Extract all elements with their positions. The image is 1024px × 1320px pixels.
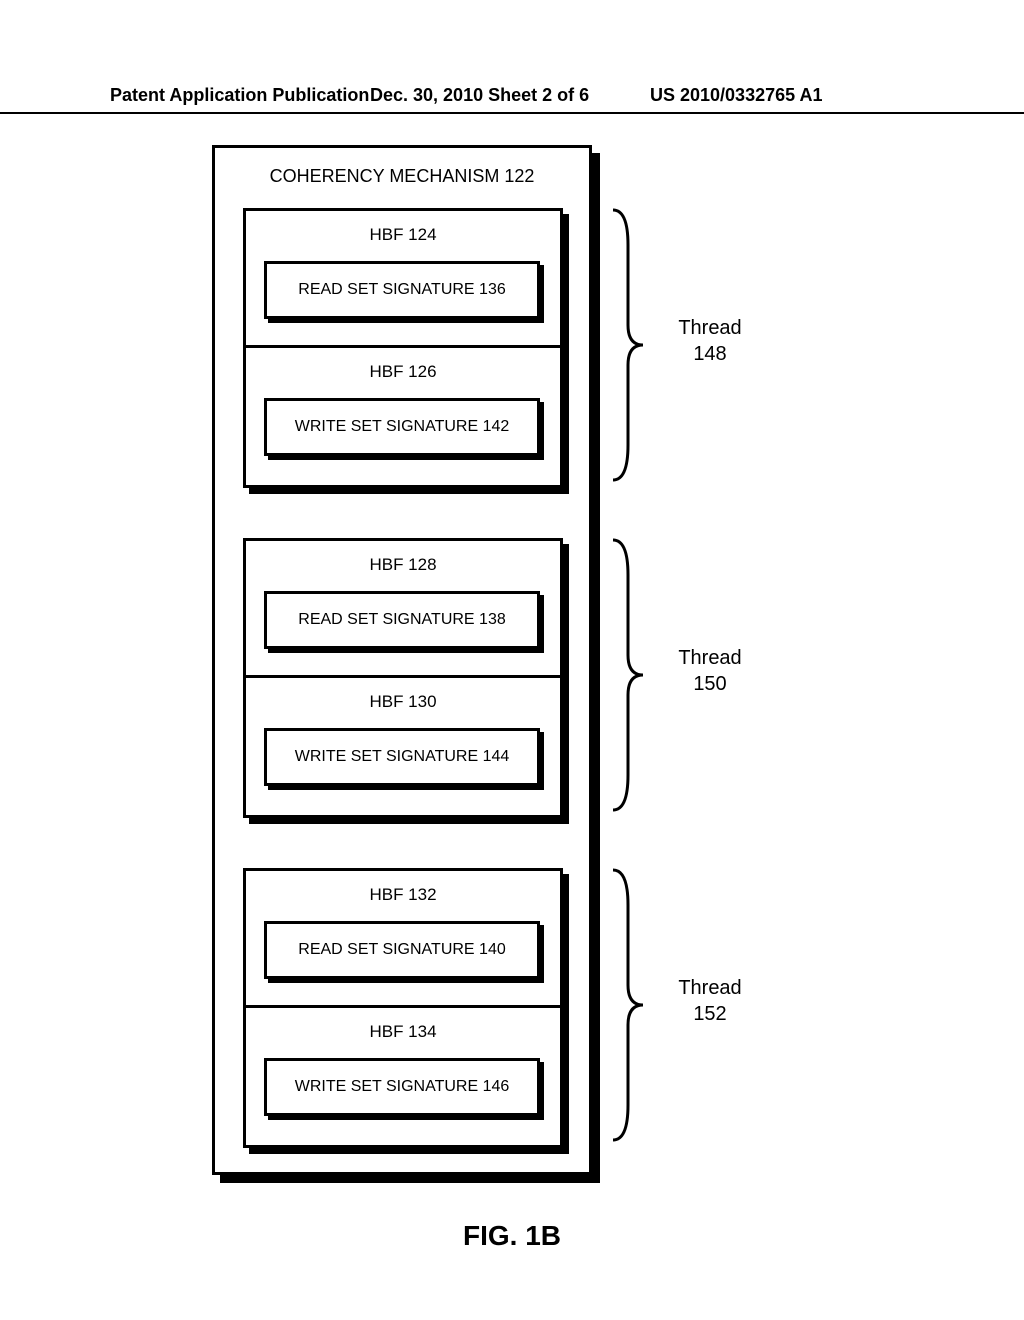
hbf-write-title: HBF 134 bbox=[246, 1008, 560, 1052]
hbf-read-title: HBF 132 bbox=[246, 871, 560, 915]
hbf-read-title: HBF 124 bbox=[246, 211, 560, 255]
hbf-read-box: HBF 124 READ SET SIGNATURE 136 bbox=[243, 208, 563, 348]
thread-word: Thread bbox=[678, 647, 741, 669]
write-sig-box: WRITE SET SIGNATURE 142 bbox=[264, 398, 540, 456]
figure-label: FIG. 1B bbox=[0, 1220, 1024, 1252]
thread-label-1: Thread 148 bbox=[660, 315, 760, 367]
header-right: US 2010/0332765 A1 bbox=[650, 85, 822, 106]
hbf-write-box: HBF 130 WRITE SET SIGNATURE 144 bbox=[243, 678, 563, 818]
hbf-read-title: HBF 128 bbox=[246, 541, 560, 585]
thread-word: Thread bbox=[678, 977, 741, 999]
hbf-write-box: HBF 126 WRITE SET SIGNATURE 142 bbox=[243, 348, 563, 488]
coherency-mechanism-box: COHERENCY MECHANISM 122 HBF 124 READ SET… bbox=[212, 145, 592, 1175]
hbf-read-box: HBF 132 READ SET SIGNATURE 140 bbox=[243, 868, 563, 1008]
thread-group-2: HBF 128 READ SET SIGNATURE 138 HBF 130 W… bbox=[243, 538, 563, 818]
brace-icon bbox=[608, 205, 648, 485]
write-sig-box: WRITE SET SIGNATURE 146 bbox=[264, 1058, 540, 1116]
read-sig-box: READ SET SIGNATURE 140 bbox=[264, 921, 540, 979]
brace-icon bbox=[608, 535, 648, 815]
read-sig-box: READ SET SIGNATURE 136 bbox=[264, 261, 540, 319]
thread-word: Thread bbox=[678, 317, 741, 339]
thread-group-3: HBF 132 READ SET SIGNATURE 140 HBF 134 W… bbox=[243, 868, 563, 1148]
header-left: Patent Application Publication bbox=[110, 85, 369, 106]
thread-group-1: HBF 124 READ SET SIGNATURE 136 HBF 126 W… bbox=[243, 208, 563, 488]
page-header: Patent Application Publication Dec. 30, … bbox=[0, 85, 1024, 114]
thread-num: 152 bbox=[693, 1003, 726, 1025]
read-sig-box: READ SET SIGNATURE 138 bbox=[264, 591, 540, 649]
write-sig-box: WRITE SET SIGNATURE 144 bbox=[264, 728, 540, 786]
thread-num: 148 bbox=[693, 343, 726, 365]
hbf-write-title: HBF 130 bbox=[246, 678, 560, 722]
hbf-read-box: HBF 128 READ SET SIGNATURE 138 bbox=[243, 538, 563, 678]
thread-label-3: Thread 152 bbox=[660, 975, 760, 1027]
diagram: COHERENCY MECHANISM 122 HBF 124 READ SET… bbox=[0, 145, 1024, 1225]
thread-num: 150 bbox=[693, 673, 726, 695]
hbf-write-title: HBF 126 bbox=[246, 348, 560, 392]
thread-label-2: Thread 150 bbox=[660, 645, 760, 697]
hbf-write-box: HBF 134 WRITE SET SIGNATURE 146 bbox=[243, 1008, 563, 1148]
brace-icon bbox=[608, 865, 648, 1145]
header-center: Dec. 30, 2010 Sheet 2 of 6 bbox=[370, 85, 589, 106]
coherency-mechanism-title: COHERENCY MECHANISM 122 bbox=[215, 148, 589, 197]
